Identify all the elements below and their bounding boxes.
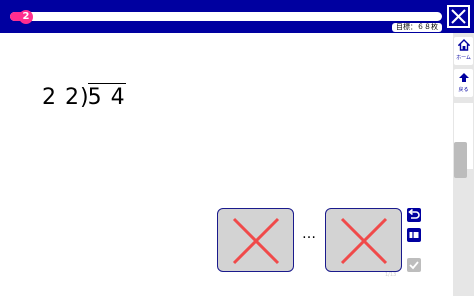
back-icon <box>458 73 469 82</box>
progress-counter: 2 <box>19 10 33 24</box>
empty-cross-icon <box>232 217 280 265</box>
check-icon <box>409 261 419 270</box>
close-icon <box>451 9 466 24</box>
answer-box-2[interactable] <box>325 208 402 272</box>
division-bracket: ) <box>80 85 90 110</box>
progress-bar <box>10 12 442 21</box>
erase-icon <box>409 232 419 238</box>
close-button[interactable] <box>447 5 470 28</box>
answer-box-1[interactable] <box>217 208 294 272</box>
check-button[interactable] <box>407 258 421 272</box>
scrollbar-thumb[interactable] <box>454 142 467 178</box>
back-button[interactable]: 戻る <box>454 69 473 97</box>
undo-icon <box>408 208 420 219</box>
ellipsis: … <box>302 226 316 242</box>
empty-cross-icon <box>340 217 388 265</box>
back-label: 戻る <box>458 87 469 93</box>
home-label: ホーム <box>456 55 471 61</box>
dividend: 5 4 <box>87 83 126 110</box>
right-sidebar: ホーム 戻る <box>453 33 474 296</box>
erase-button[interactable] <box>407 228 421 242</box>
undo-button[interactable] <box>407 208 421 222</box>
goal-label: 目標：６８枚 <box>392 23 442 32</box>
home-icon <box>456 39 471 51</box>
divisor: 2 2 <box>42 85 80 110</box>
division-problem: 2 2)5 4 <box>42 83 126 110</box>
page-number: 1/13 <box>385 272 397 278</box>
home-button[interactable]: ホーム <box>454 37 473 65</box>
top-bar: 2 目標：６８枚 <box>0 0 474 33</box>
